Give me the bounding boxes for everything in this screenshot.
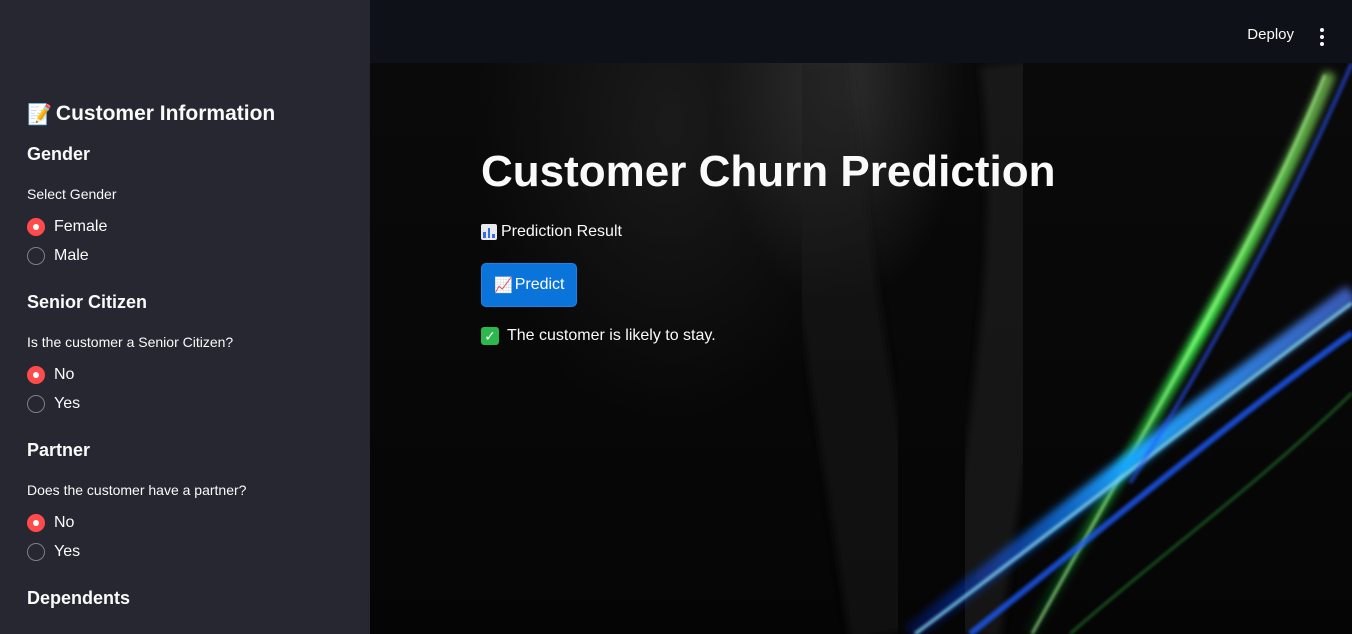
gender-radio-group: Female Male <box>27 212 347 270</box>
radio-label: Female <box>54 217 108 235</box>
partner-heading: Partner <box>27 440 91 460</box>
radio-unselected-icon <box>27 394 45 413</box>
radio-selected-icon <box>27 513 45 532</box>
radio-selected-icon <box>27 217 45 236</box>
gender-heading: Gender <box>27 144 91 164</box>
radio-label: No <box>54 365 75 383</box>
senior-citizen-question: Is the customer a Senior Citizen? <box>27 334 234 350</box>
menu-dot <box>1320 28 1324 32</box>
more-vertical-icon[interactable] <box>1314 28 1330 46</box>
gender-option-male[interactable]: Male <box>27 241 347 270</box>
senior-citizen-radio-group: No Yes <box>27 360 347 418</box>
sidebar: 📝 Customer Information Gender Select Gen… <box>0 0 370 634</box>
gender-option-female[interactable]: Female <box>27 212 347 241</box>
main-area: Customer Churn Prediction Prediction Res… <box>370 63 1352 634</box>
menu-dot <box>1320 35 1324 39</box>
dependents-heading: Dependents <box>27 588 131 608</box>
partner-section: Partner Does the customer have a partner… <box>27 438 347 566</box>
prediction-result-label: Prediction Result <box>481 223 1181 241</box>
chart-increasing-icon: 📈 <box>494 277 513 294</box>
prediction-result-text: Prediction Result <box>501 223 622 240</box>
result-message-text: The customer is likely to stay. <box>507 327 716 344</box>
partner-option-no[interactable]: No <box>27 508 347 537</box>
senior-citizen-heading: Senior Citizen <box>27 292 148 312</box>
app: 📝 Customer Information Gender Select Gen… <box>0 0 1352 634</box>
radio-label: Male <box>54 246 89 264</box>
top-header: Deploy <box>370 0 1352 63</box>
senior-citizen-option-yes[interactable]: Yes <box>27 389 347 418</box>
partner-option-yes[interactable]: Yes <box>27 537 347 566</box>
check-mark-icon: ✓ <box>481 327 499 345</box>
partner-radio-group: No Yes <box>27 508 347 566</box>
radio-unselected-icon <box>27 542 45 561</box>
predict-button[interactable]: 📈 Predict <box>481 263 578 307</box>
menu-dot <box>1320 42 1324 46</box>
predict-button-label: Predict <box>514 276 565 293</box>
bar <box>492 234 496 238</box>
senior-citizen-option-no[interactable]: No <box>27 360 347 389</box>
deploy-button[interactable]: Deploy <box>1247 26 1294 43</box>
radio-unselected-icon <box>27 246 45 265</box>
radio-selected-icon <box>27 365 45 384</box>
page-title: Customer Churn Prediction <box>481 147 1056 196</box>
senior-citizen-section: Senior Citizen Is the customer a Senior … <box>27 290 347 418</box>
sidebar-content: 📝 Customer Information Gender Select Gen… <box>27 100 347 610</box>
bar-chart-icon <box>481 224 497 240</box>
result-message: ✓ The customer is likely to stay. <box>481 327 1181 345</box>
main-content: Customer Churn Prediction Prediction Res… <box>481 145 1181 345</box>
radio-label: No <box>54 513 75 531</box>
bar <box>483 232 486 238</box>
sidebar-title: 📝 Customer Information <box>27 100 347 128</box>
bar <box>487 228 491 238</box>
memo-icon: 📝 <box>27 103 52 126</box>
partner-question: Does the customer have a partner? <box>27 482 247 498</box>
dependents-section: Dependents <box>27 586 347 610</box>
gender-question: Select Gender <box>27 186 117 202</box>
radio-label: Yes <box>54 542 81 560</box>
sidebar-title-text: Customer Information <box>55 102 276 125</box>
radio-label: Yes <box>54 394 81 412</box>
gender-section: Gender Select Gender Female Male <box>27 142 347 270</box>
